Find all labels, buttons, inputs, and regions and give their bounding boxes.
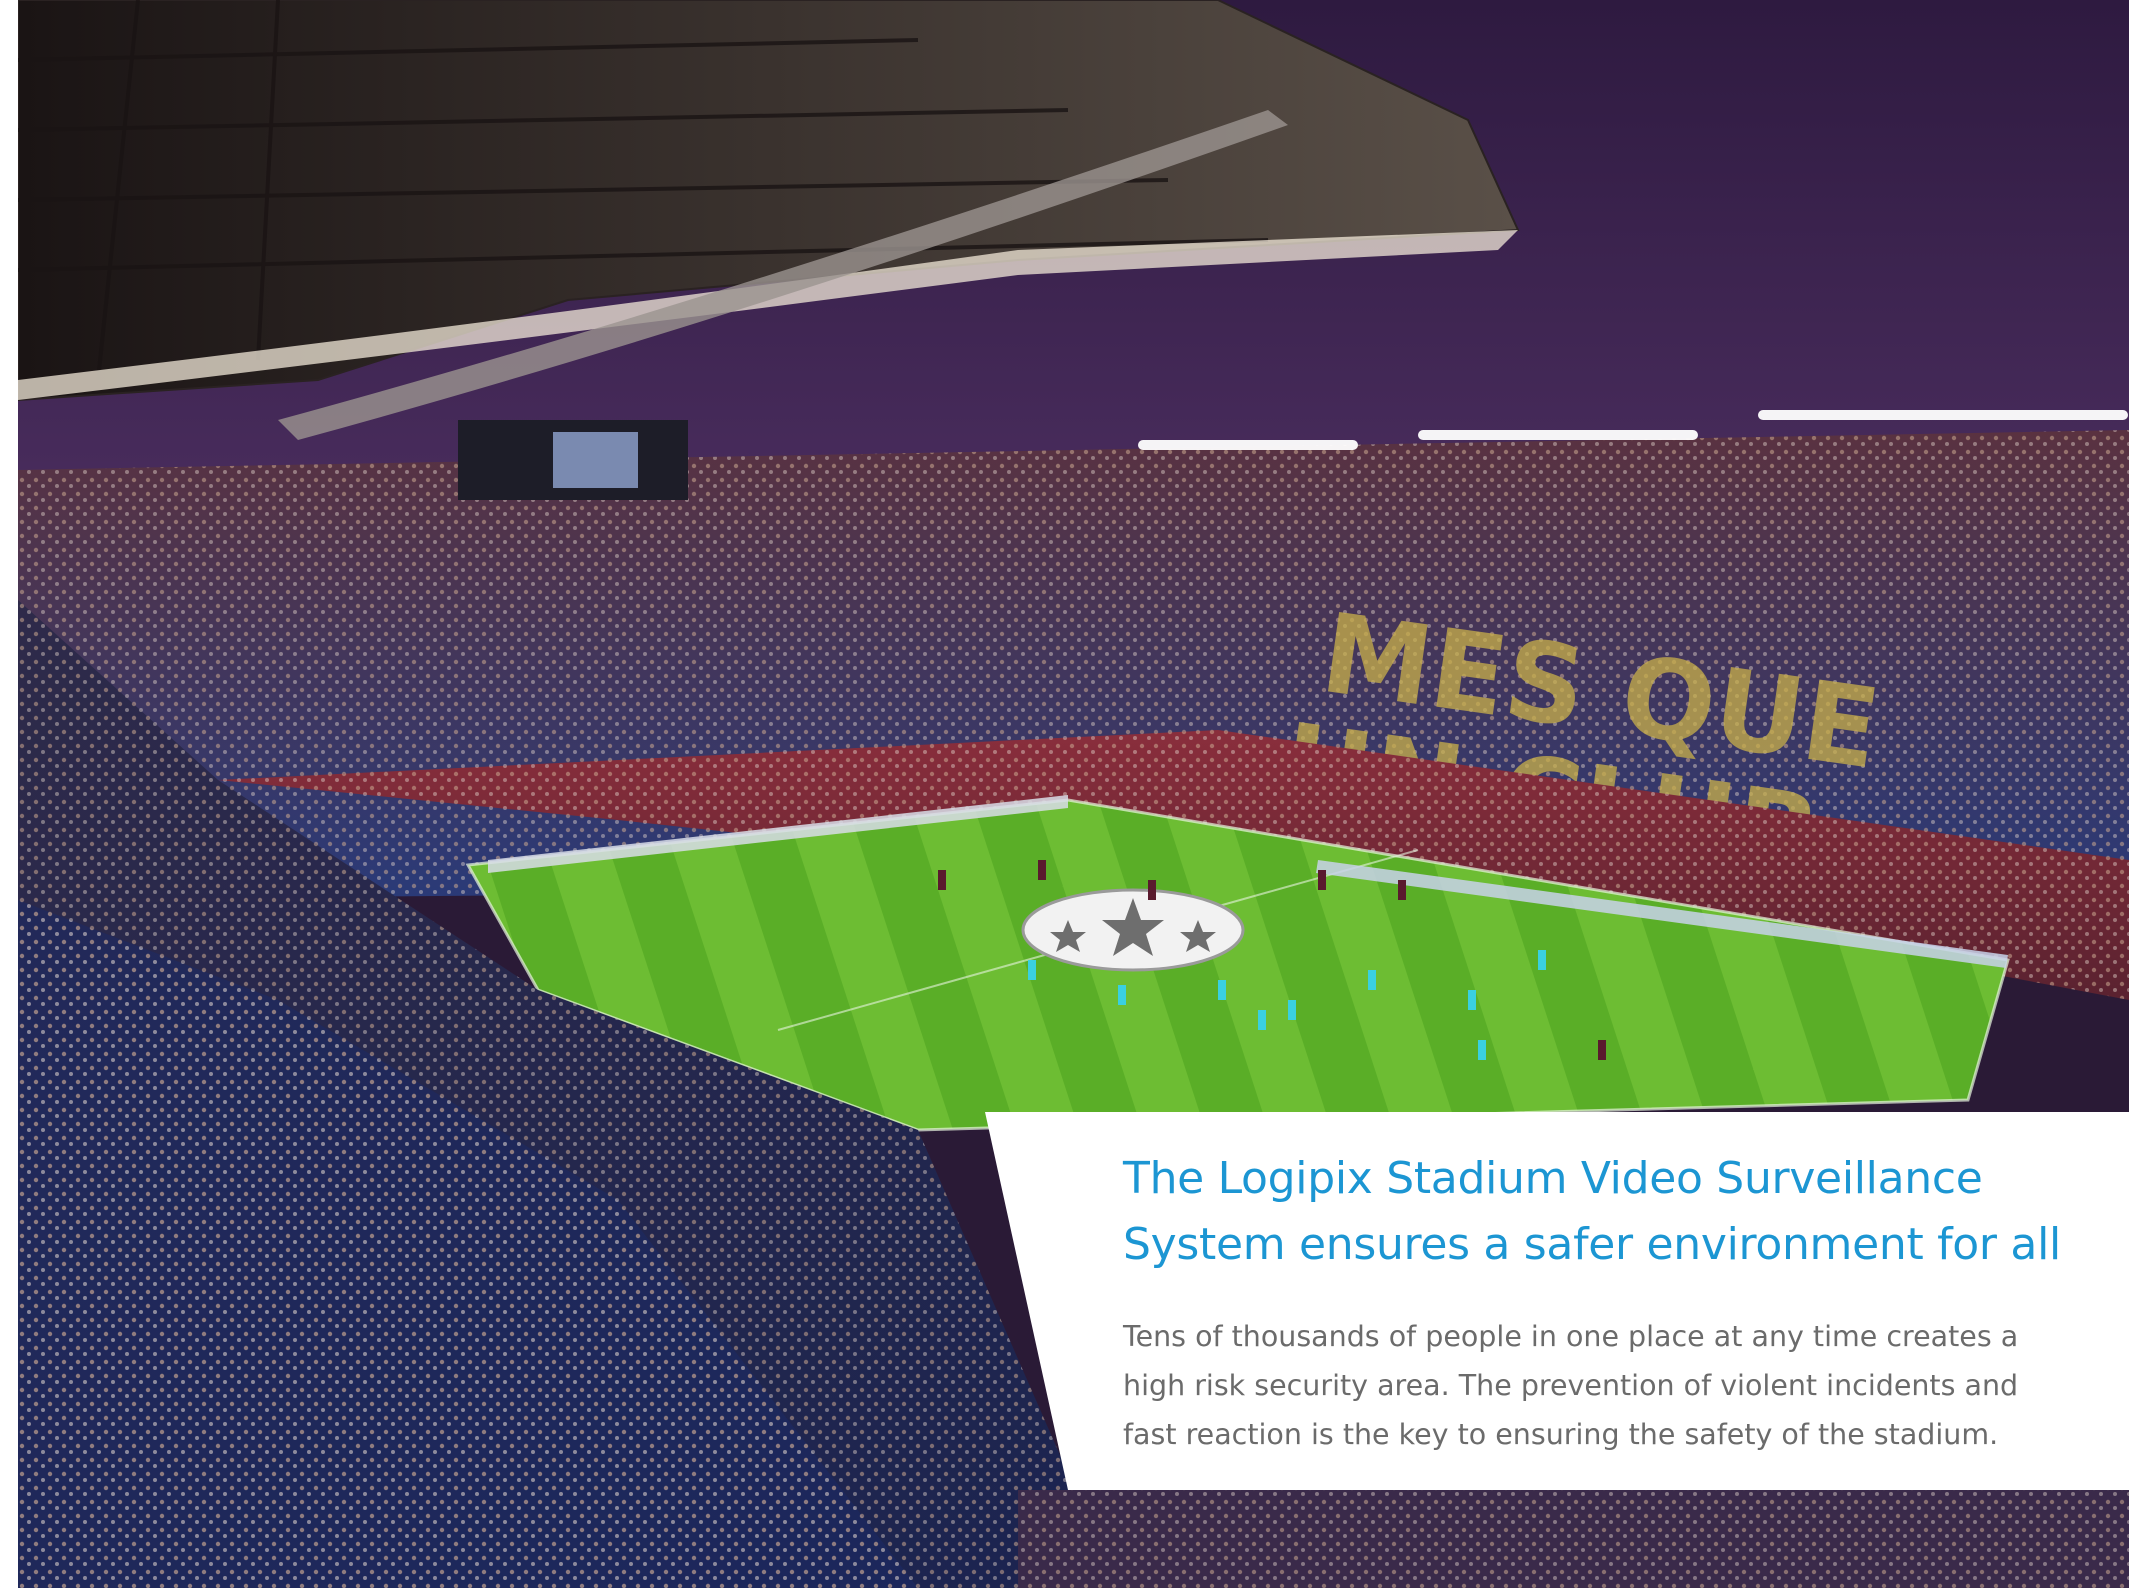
feature-description: Tens of thousands of people in one place… [1123,1320,2019,1451]
page: MES QUE UN CLUB [0,0,2129,1588]
feature-card-content: The Logipix Stadium Video Surveillance S… [1123,1146,2063,1459]
feature-title: The Logipix Stadium Video Surveillance S… [1123,1153,2061,1270]
